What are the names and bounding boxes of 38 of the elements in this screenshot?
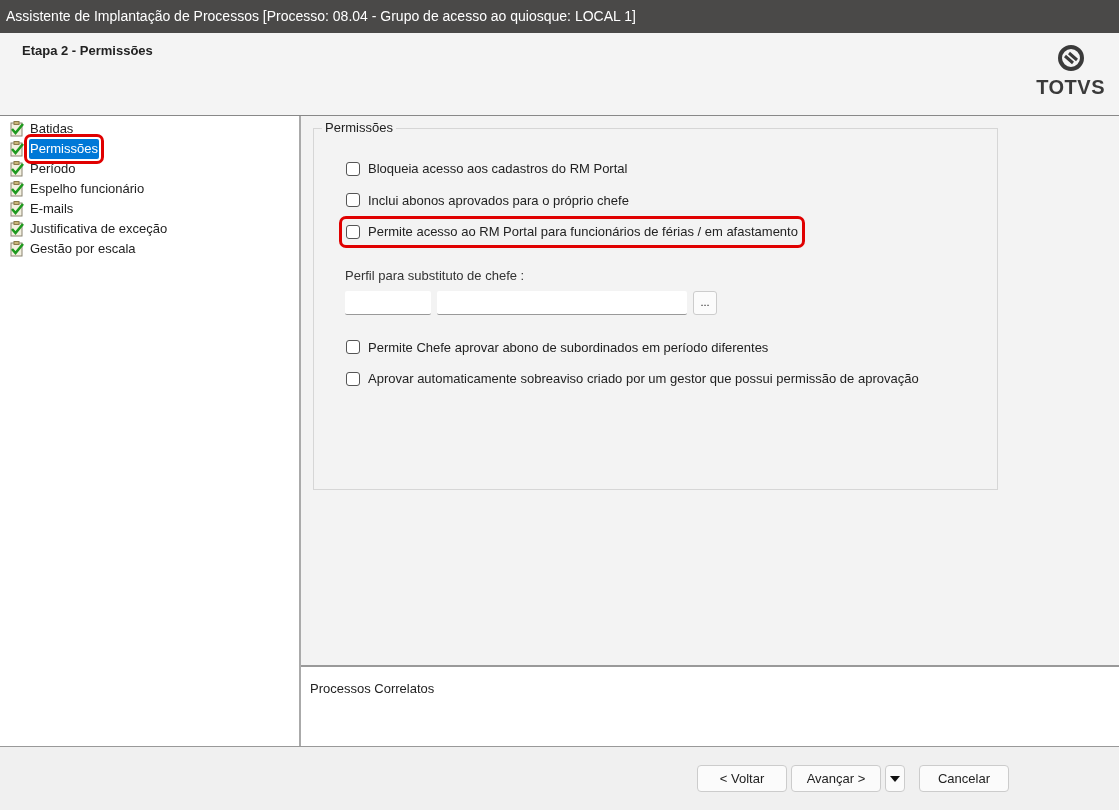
checkbox-label: Bloqueia acesso aos cadastros do RM Portal [368, 160, 628, 178]
back-button[interactable]: < Voltar [697, 765, 787, 792]
checked-clipboard-icon [9, 181, 25, 197]
next-button[interactable]: Avançar > [791, 765, 881, 792]
checkbox[interactable] [346, 193, 360, 208]
checked-clipboard-icon [9, 201, 25, 217]
checkbox-label: Inclui abonos aprovados para o próprio chefe [368, 191, 629, 210]
dropdown-button[interactable] [885, 765, 905, 792]
logo-text: TOTVS [1036, 77, 1105, 97]
checkbox-label: Permite acesso ao RM Portal para funcionários de férias / em afastamento [368, 223, 798, 241]
step-item[interactable]: Batidas [29, 119, 75, 139]
step-title: Etapa 2 - Permissões [22, 42, 153, 60]
step-item[interactable]: Período [29, 159, 77, 179]
logo-icon [1057, 45, 1084, 71]
checked-clipboard-icon [9, 241, 25, 257]
field-label: Perfil para substituto de chefe : [345, 267, 525, 283]
checked-clipboard-icon [9, 221, 25, 237]
checked-clipboard-icon [9, 141, 25, 157]
step-item[interactable]: Justificativa de exceção [29, 219, 169, 239]
browse-button[interactable]: ... [693, 290, 717, 315]
window-title: Assistente de Implantação de Processos [Processo: 08.04 - Grupo de acesso ao quiosque: LOCAL 1] [6, 7, 636, 26]
checked-clipboard-icon [9, 161, 25, 177]
checkbox[interactable] [346, 224, 360, 239]
group-title: Permissões [322, 121, 396, 134]
step-item[interactable]: Espelho funcionário [29, 179, 146, 199]
checkbox-label: Aprovar automaticamente sobreaviso criado por um gestor que possui permissão de aprovação [368, 370, 919, 388]
code-field[interactable] [345, 290, 431, 315]
step-item[interactable]: E-mails [29, 199, 75, 219]
checkbox-label: Permite Chefe aprovar abono de subordinados em período diferentes [368, 338, 769, 357]
checkbox[interactable] [346, 161, 360, 176]
checked-clipboard-icon [9, 121, 25, 137]
related-title: Processos Correlatos [310, 681, 435, 696]
checkbox[interactable] [346, 371, 360, 386]
step-item[interactable]: Gestão por escala [29, 239, 137, 259]
caret-icon [890, 775, 900, 782]
checkbox[interactable] [346, 340, 360, 355]
name-field[interactable] [437, 290, 687, 315]
cancel-button[interactable]: Cancelar [919, 765, 1009, 792]
